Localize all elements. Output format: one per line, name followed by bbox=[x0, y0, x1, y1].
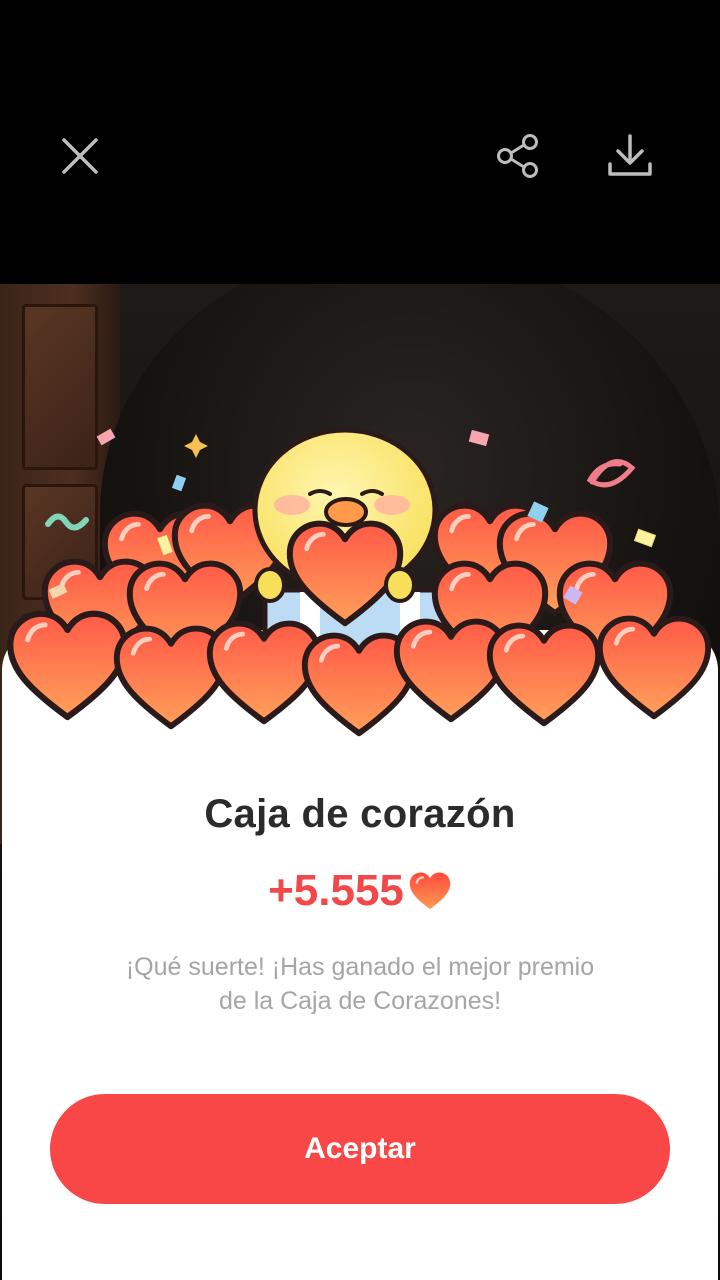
close-button[interactable] bbox=[48, 124, 112, 188]
download-button[interactable] bbox=[598, 124, 662, 188]
download-icon bbox=[608, 134, 652, 176]
reward-screen: Caja de corazón +5.555 ¡Qué suerte! ¡Has… bbox=[0, 0, 720, 1280]
reward-title: Caja de corazón bbox=[204, 792, 516, 836]
heart-box-illustration bbox=[0, 427, 720, 750]
share-button[interactable] bbox=[486, 124, 550, 188]
share-icon bbox=[497, 134, 538, 178]
reward-message: ¡Qué suerte! ¡Has ganado el mejor premio… bbox=[125, 953, 595, 1015]
accept-button[interactable]: Aceptar bbox=[50, 1094, 670, 1204]
reward-amount: +5.555 bbox=[268, 866, 404, 915]
heart-icon bbox=[409, 872, 451, 910]
reward-amount-row: +5.555 bbox=[0, 866, 720, 916]
close-icon bbox=[62, 138, 98, 174]
top-bar bbox=[0, 0, 720, 284]
